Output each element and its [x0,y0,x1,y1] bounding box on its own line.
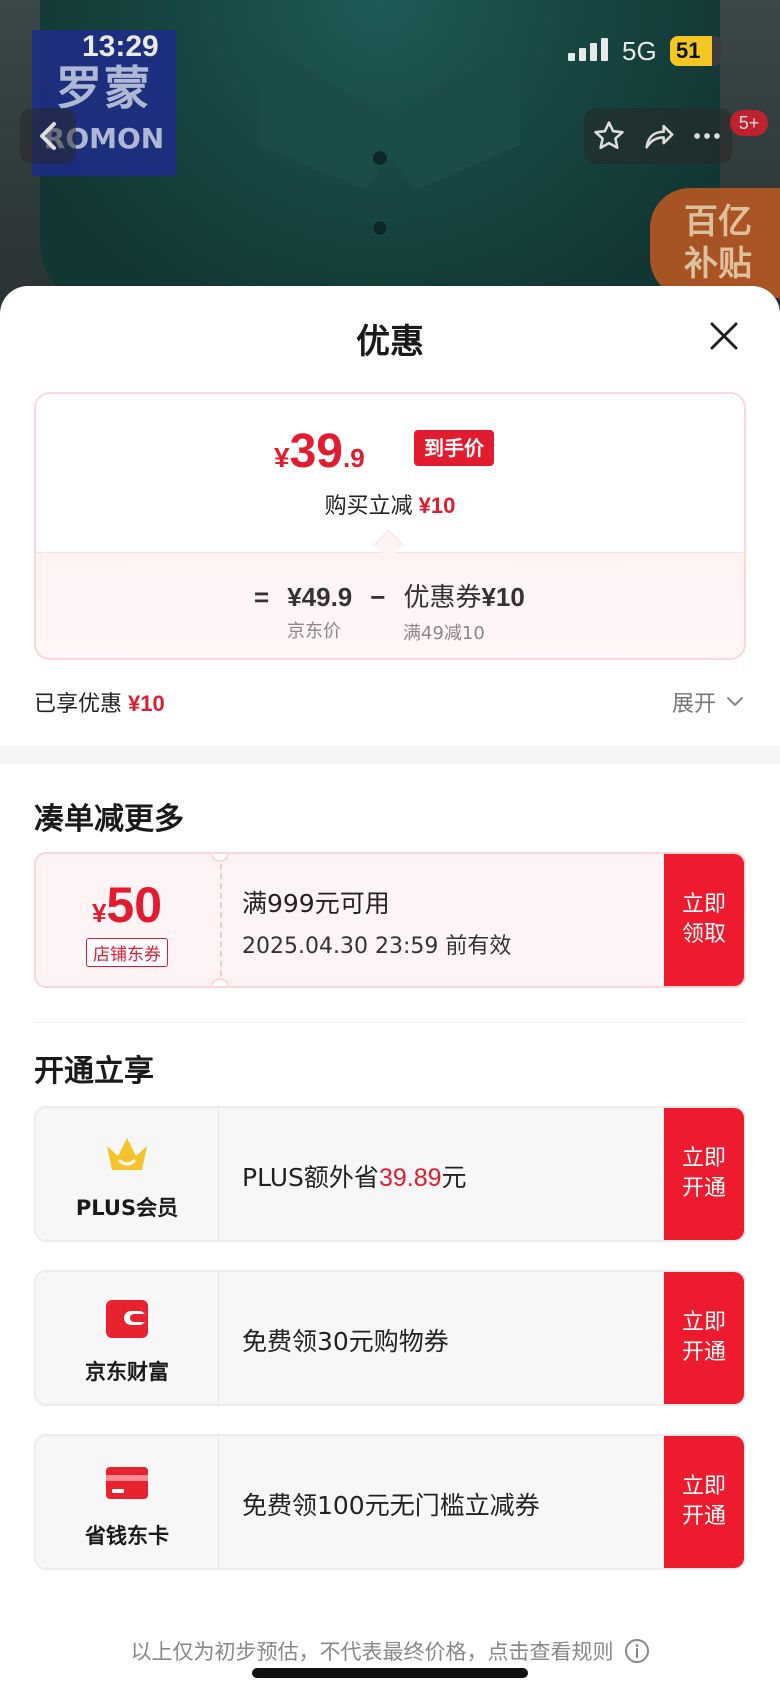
open-saving-card-button[interactable]: 立即 开通 [664,1436,744,1568]
wallet-icon [106,1300,148,1338]
open-jd-finance-button[interactable]: 立即 开通 [664,1272,744,1404]
coupon-amount: ¥50 [36,876,218,934]
coupon-deduction-label: 优惠券 [403,583,482,613]
final-price-currency: ¥ [274,442,290,473]
cta-line1: 立即 [681,1474,726,1499]
expand-label: 展开 [672,692,717,717]
message-count-badge: 5+ [730,110,768,136]
base-price-label: 京东价 [287,621,341,642]
cta-line2: 开通 [681,1340,726,1365]
jd-finance-card: 京东财富 免费领30元购物券 立即 开通 [34,1270,746,1406]
coupon-notch [210,978,230,986]
chevron-down-icon [727,697,744,706]
card-separator [218,1108,219,1240]
cta-line1: 立即 [681,1310,726,1335]
price-summary: ¥ 39 .9 到手价 购买立减 ¥10 [36,394,744,552]
coupon-condition: 满999元可用 [242,889,390,918]
formula-row: = ¥49.9 − 优惠券¥10 [254,577,525,614]
instant-discount-label: 购买立减 [324,494,413,519]
coupon-type-tag: 店铺东券 [86,938,168,967]
enjoyed-discount: 已享优惠 ¥10 [34,686,165,718]
network-label: 5G [622,36,657,66]
price-card: ¥ 39 .9 到手价 购买立减 ¥10 = ¥49.9 − 优惠券¥10 京东价… [34,392,746,660]
coupon-amount-value: 50 [106,877,163,933]
coupon-deduction-value: ¥10 [481,582,525,612]
subsidy-badge[interactable]: 百亿 补贴 [650,188,780,298]
enjoyed-discount-label: 已享优惠 [34,692,123,717]
card-separator [218,1272,219,1404]
share-icon[interactable] [641,119,675,153]
member-benefit: PLUS额外省39.89元 [242,1158,467,1194]
final-price-decimal: .9 [342,443,365,473]
home-indicator [252,1668,528,1678]
instant-discount-amount: ¥10 [418,493,456,518]
member-name: PLUS会员 [75,1196,179,1220]
minus-sign: − [370,582,386,612]
close-icon[interactable] [704,316,744,356]
open-section-title: 开通立享 [34,1054,154,1089]
signal-icon [568,38,608,61]
coupon-separator [220,854,222,986]
member-name: 京东财富 [85,1360,169,1384]
divider [34,1022,746,1023]
saving-card: 省钱东卡 免费领100元无门槛立减券 立即 开通 [34,1434,746,1570]
final-price-integer: 39 [289,425,343,478]
member-brand: 省钱东卡 [36,1436,218,1568]
coupon-value-block: ¥50 店铺东券 [36,854,218,986]
store-coupon: ¥50 店铺东券 满999元可用 2025.04.30 23:59 前有效 立即… [34,852,746,988]
member-benefit: 免费领100元无门槛立减券 [242,1486,540,1522]
base-price: ¥49.9 [287,582,353,612]
enjoyed-discount-amount: ¥10 [128,691,165,716]
subsidy-badge-line2: 补贴 [684,244,752,284]
price-formula: = ¥49.9 − 优惠券¥10 京东价 满49减10 [36,552,744,658]
shirt-button [372,150,388,166]
card-separator [218,1436,219,1568]
info-icon [624,1639,649,1663]
rules-note-text: 以上仅为初步预估，不代表最终价格，点击查看规则 [130,1640,614,1664]
open-plus-button[interactable]: 立即 开通 [664,1108,744,1240]
more-icon[interactable] [690,119,724,153]
subsidy-badge-line1: 百亿 [684,202,752,242]
benefit-text: 免费领30元购物券 [242,1327,449,1356]
cta-line2: 开通 [681,1504,726,1529]
chevron-left-icon [40,122,56,150]
coupon-rule-label: 满49减10 [403,623,485,644]
coupon-expiry: 2025.04.30 23:59 前有效 [242,934,512,959]
member-name: 省钱东卡 [85,1524,169,1548]
cta-line1: 立即 [681,1146,726,1171]
plus-member-card: PLUS会员 PLUS额外省39.89元 立即 开通 [34,1106,746,1242]
card-icon [106,1467,148,1499]
member-brand: PLUS会员 [36,1108,218,1240]
member-benefit: 免费领30元购物券 [242,1322,449,1358]
status-time: 13:29 [82,30,159,63]
more-section-title: 凑单减更多 [34,802,184,837]
cta-line2: 领取 [681,922,726,947]
benefit-amount: 39.89 [378,1164,442,1192]
nav-actions [584,108,732,164]
back-button[interactable] [20,108,76,164]
expand-toggle[interactable]: 展开 [672,686,744,718]
cta-line2: 开通 [681,1176,726,1201]
benefit-unit: 元 [441,1163,467,1192]
section-divider [0,746,780,764]
equals-sign: = [254,582,270,612]
claim-coupon-button[interactable]: 立即 领取 [664,854,744,986]
crown-icon [107,1138,147,1170]
coupon-currency: ¥ [91,898,107,928]
shirt-button [372,220,388,236]
rules-link[interactable]: 以上仅为初步预估，不代表最终价格，点击查看规则 [0,1636,780,1666]
cta-line1: 立即 [681,892,726,917]
battery-icon: 51 [670,36,722,66]
instant-discount-line: 购买立减 ¥10 [36,488,744,520]
coupon-deduction: 优惠券¥10 [403,577,524,614]
battery-level: 51 [670,36,712,66]
final-price: ¥ 39 .9 [274,424,365,479]
benefit-text: PLUS额外省 [242,1163,379,1192]
benefit-text: 免费领100元无门槛立减券 [242,1491,540,1520]
star-icon[interactable] [592,119,626,153]
member-brand: 京东财富 [36,1272,218,1404]
sheet-title: 优惠 [356,322,424,362]
discount-sheet: 优惠 ¥ 39 .9 到手价 购买立减 ¥10 = ¥49.9 − 优惠券¥10 … [0,286,780,1688]
final-price-tag: 到手价 [414,430,494,466]
